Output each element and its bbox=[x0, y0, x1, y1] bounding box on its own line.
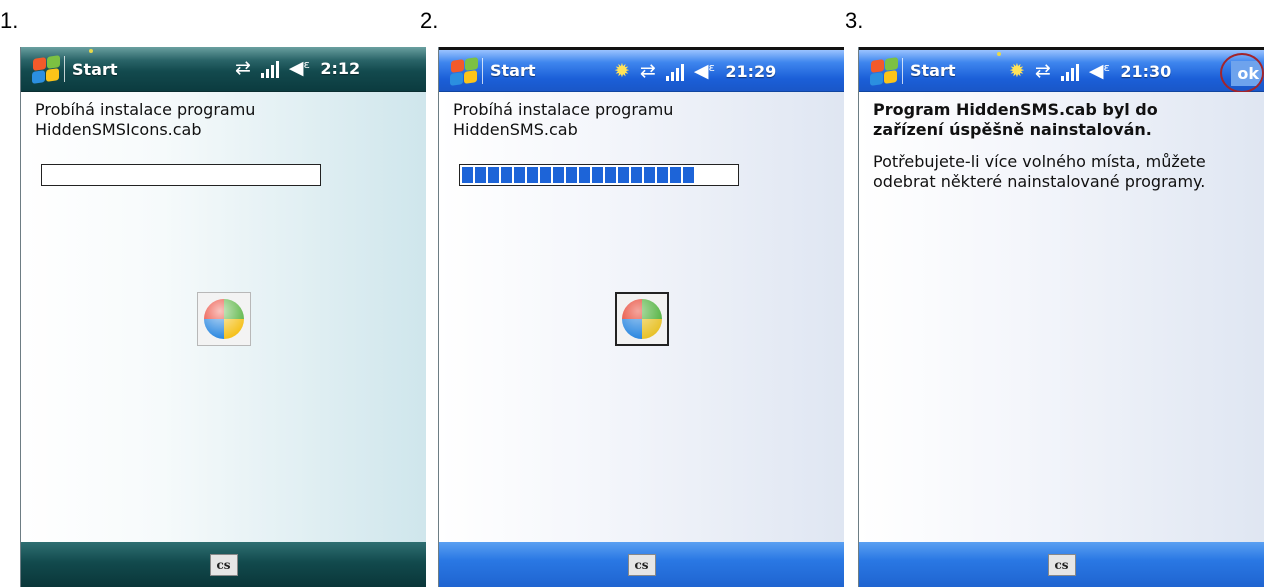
progress-segment bbox=[553, 167, 564, 183]
ok-label[interactable]: ok bbox=[1231, 60, 1262, 86]
ok-button[interactable]: ok bbox=[1220, 53, 1264, 93]
progress-segment bbox=[475, 167, 486, 183]
status-area: ✹ ⇄ ◀ᵋ 21:30 bbox=[1009, 50, 1171, 92]
progress-segment bbox=[462, 167, 473, 183]
clock[interactable]: 21:29 bbox=[725, 62, 776, 81]
success-message: Potřebujete-li více volného místa, můžet… bbox=[873, 152, 1206, 191]
content-area: Probíhá instalace programu HiddenSMS.cab bbox=[439, 92, 844, 542]
progress-segment bbox=[605, 167, 616, 183]
title-bar: Start ⇄ ◀ᵋ 2:12 bbox=[21, 47, 426, 92]
title-bar: Start ✹ ⇄ ◀ᵋ 21:30 ok bbox=[859, 47, 1264, 93]
windows-flag-icon bbox=[871, 58, 884, 73]
phone-screen-2: Start ✹ ⇄ ◀ᵋ 21:29 Probíhá instalace pro… bbox=[438, 47, 844, 587]
sync-arrows-icon[interactable]: ⇄ bbox=[235, 58, 251, 78]
progress-segment bbox=[579, 167, 590, 183]
progress-segment bbox=[631, 167, 642, 183]
speaker-icon[interactable]: ◀ᵋ bbox=[694, 61, 715, 81]
step-number-3: 3. bbox=[845, 8, 864, 33]
progress-segment bbox=[527, 167, 538, 183]
input-panel-icon[interactable]: cs bbox=[209, 553, 238, 576]
start-label[interactable]: Start bbox=[72, 60, 118, 79]
progress-segment bbox=[683, 167, 694, 183]
notification-led bbox=[997, 52, 1001, 56]
start-button[interactable] bbox=[445, 54, 479, 88]
windows-flag-icon bbox=[33, 57, 46, 71]
progress-fill bbox=[462, 167, 694, 183]
windows-flag-icon bbox=[451, 58, 464, 73]
sync-arrows-icon[interactable]: ⇄ bbox=[640, 61, 656, 81]
step-number-2: 2. bbox=[420, 8, 439, 33]
bottom-menu-bar: cs bbox=[859, 542, 1264, 587]
status-area: ⇄ ◀ᵋ 2:12 bbox=[235, 47, 360, 89]
input-panel-icon[interactable]: cs bbox=[627, 553, 656, 576]
sync-arrows-icon[interactable]: ⇄ bbox=[1035, 61, 1051, 81]
install-status-text: Probíhá instalace programu HiddenSMSIcon… bbox=[35, 100, 256, 139]
input-panel-icon[interactable]: cs bbox=[1047, 553, 1076, 576]
step-number-1: 1. bbox=[0, 8, 19, 33]
bottom-menu-bar: cs bbox=[439, 542, 844, 587]
start-button[interactable] bbox=[27, 52, 61, 86]
clock[interactable]: 2:12 bbox=[320, 59, 360, 78]
signal-strength-icon[interactable] bbox=[665, 61, 684, 81]
status-area: ✹ ⇄ ◀ᵋ 21:29 bbox=[614, 50, 776, 92]
signal-strength-icon[interactable] bbox=[1060, 61, 1079, 81]
progress-bar bbox=[459, 164, 739, 186]
install-app-icon bbox=[614, 292, 669, 346]
notification-led bbox=[89, 49, 93, 53]
progress-bar bbox=[41, 164, 321, 186]
progress-segment bbox=[514, 167, 525, 183]
signal-strength-icon[interactable] bbox=[260, 58, 279, 78]
content-area: Program HiddenSMS.cab byl do zařízení ús… bbox=[859, 92, 1264, 542]
progress-segment bbox=[618, 167, 629, 183]
start-label[interactable]: Start bbox=[490, 61, 536, 80]
progress-segment bbox=[670, 167, 681, 183]
phone-screen-1: Start ⇄ ◀ᵋ 2:12 Probíhá instalace progra… bbox=[20, 47, 426, 587]
progress-segment bbox=[644, 167, 655, 183]
reminder-bell-icon[interactable]: ✹ bbox=[1009, 61, 1025, 81]
progress-segment bbox=[501, 167, 512, 183]
clock[interactable]: 21:30 bbox=[1120, 62, 1171, 81]
start-label[interactable]: Start bbox=[910, 61, 956, 80]
title-bar: Start ✹ ⇄ ◀ᵋ 21:29 bbox=[439, 47, 844, 92]
success-title: Program HiddenSMS.cab byl do zařízení ús… bbox=[873, 100, 1158, 139]
install-status-text: Probíhá instalace programu HiddenSMS.cab bbox=[453, 100, 674, 139]
speaker-icon[interactable]: ◀ᵋ bbox=[1089, 61, 1110, 81]
phone-screen-3: Start ✹ ⇄ ◀ᵋ 21:30 ok Program HiddenSMS.… bbox=[858, 47, 1264, 587]
speaker-icon[interactable]: ◀ᵋ bbox=[289, 58, 310, 78]
progress-segment bbox=[566, 167, 577, 183]
title-separator bbox=[902, 57, 903, 84]
progress-segment bbox=[657, 167, 668, 183]
title-separator bbox=[482, 57, 483, 84]
start-button[interactable] bbox=[865, 54, 899, 88]
title-separator bbox=[64, 56, 65, 82]
progress-segment bbox=[592, 167, 603, 183]
reminder-bell-icon[interactable]: ✹ bbox=[614, 61, 630, 81]
bottom-menu-bar: cs bbox=[21, 542, 426, 587]
progress-segment bbox=[540, 167, 551, 183]
content-area: Probíhá instalace programu HiddenSMSIcon… bbox=[21, 92, 426, 542]
install-app-icon bbox=[196, 292, 251, 346]
progress-segment bbox=[488, 167, 499, 183]
